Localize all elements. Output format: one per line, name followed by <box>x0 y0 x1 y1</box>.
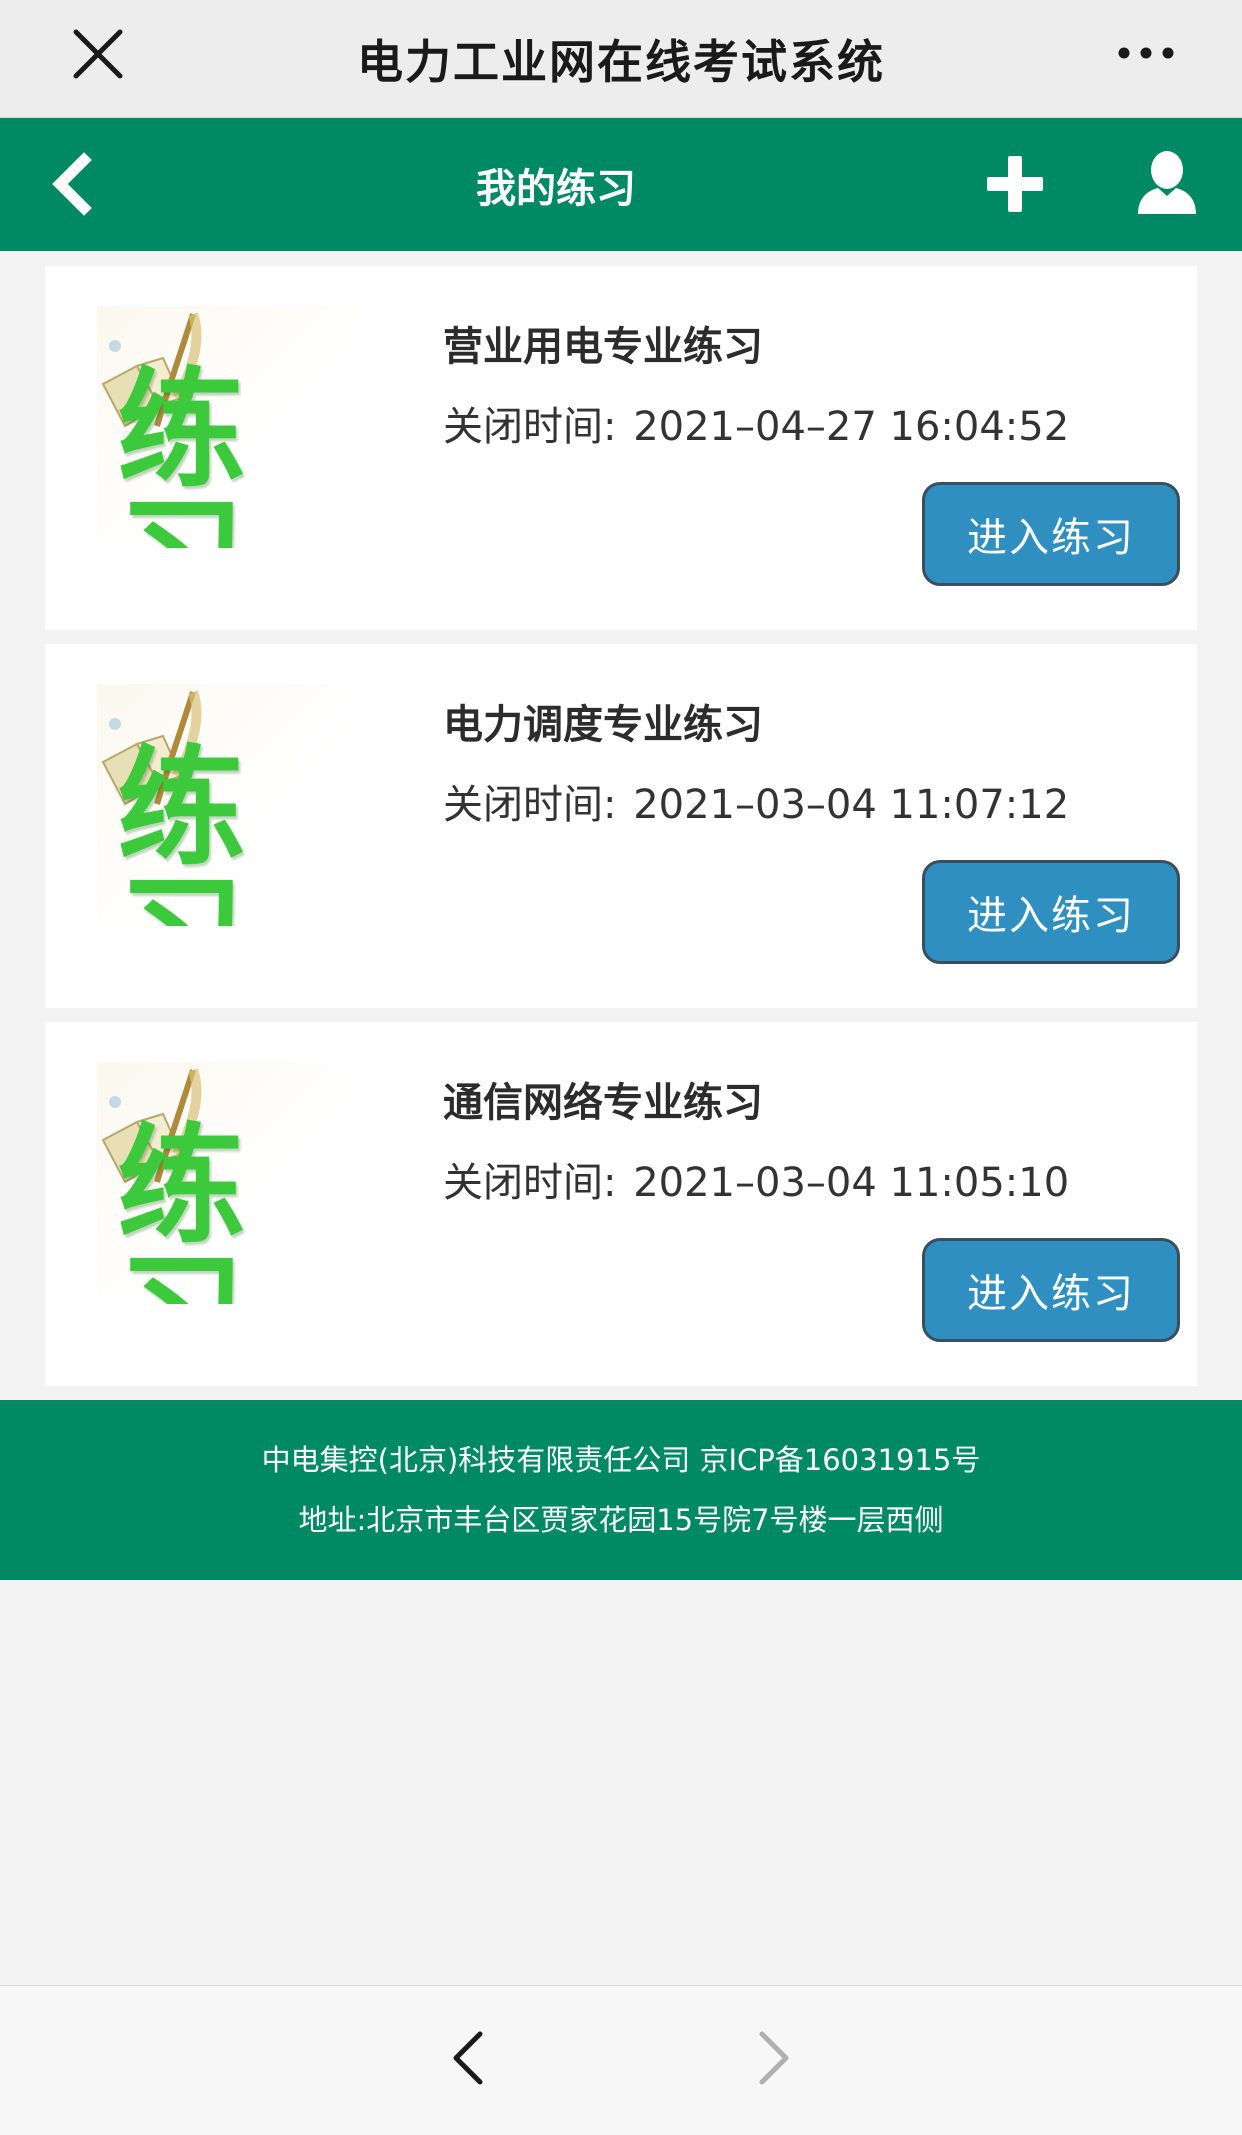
page-title: 我的练习 <box>476 165 636 212</box>
close-time-value: 2021–03–04 11:07:12 <box>633 782 1070 828</box>
enter-practice-button[interactable]: 进入练习 <box>922 860 1180 964</box>
close-time-label: 关闭时间: <box>443 782 617 828</box>
close-time-label: 关闭时间: <box>443 1160 617 1206</box>
practice-card: 练习 电力调度专业练习 关闭时间: 2021–03–04 11:07:12 进入… <box>45 644 1197 1008</box>
practice-title: 通信网络专业练习 <box>443 1080 763 1126</box>
close-time: 关闭时间: 2021–03–04 11:05:10 <box>443 1150 1069 1208</box>
chevron-left-icon[interactable] <box>448 2028 488 2088</box>
close-time-value: 2021–04–27 16:04:52 <box>633 404 1070 450</box>
plus-icon[interactable] <box>986 154 1044 214</box>
wechat-title: 电力工业网在线考试系统 <box>357 34 885 89</box>
app-header: 我的练习 <box>0 118 1242 251</box>
chevron-right-icon[interactable] <box>754 2028 794 2088</box>
practice-list: 练习 营业用电专业练习 关闭时间: 2021–04–27 16:04:52 进入… <box>45 266 1197 1400</box>
practice-card: 练习 营业用电专业练习 关闭时间: 2021–04–27 16:04:52 进入… <box>45 266 1197 630</box>
site-footer: 中电集控(北京)科技有限责任公司 京ICP备16031915号 地址:北京市丰台… <box>0 1400 1242 1580</box>
enter-practice-button[interactable]: 进入练习 <box>922 1238 1180 1342</box>
footer-company: 中电集控(北京)科技有限责任公司 京ICP备16031915号 <box>261 1443 981 1477</box>
wechat-title-bar: 电力工业网在线考试系统 <box>0 0 1242 118</box>
chevron-left-icon[interactable] <box>48 152 98 216</box>
enter-practice-button[interactable]: 进入练习 <box>922 482 1180 586</box>
browser-nav-bar <box>0 1985 1242 2135</box>
practice-thumbnail: 练习 <box>97 1062 359 1304</box>
more-dots-icon[interactable] <box>1116 38 1176 68</box>
practice-card: 练习 通信网络专业练习 关闭时间: 2021–03–04 11:05:10 进入… <box>45 1022 1197 1386</box>
thumbnail-text: 练习 <box>117 733 245 926</box>
close-time: 关闭时间: 2021–04–27 16:04:52 <box>443 394 1069 452</box>
close-time: 关闭时间: 2021–03–04 11:07:12 <box>443 772 1069 830</box>
thumbnail-text: 练习 <box>117 1111 245 1304</box>
close-icon[interactable] <box>70 26 126 82</box>
footer-address: 地址:北京市丰台区贾家花园15号院7号楼一层西侧 <box>298 1503 944 1537</box>
close-time-label: 关闭时间: <box>443 404 617 450</box>
practice-thumbnail: 练习 <box>97 684 359 926</box>
user-icon[interactable] <box>1136 150 1198 216</box>
thumbnail-text: 练习 <box>117 355 245 548</box>
practice-title: 营业用电专业练习 <box>443 324 763 370</box>
practice-title: 电力调度专业练习 <box>443 702 763 748</box>
close-time-value: 2021–03–04 11:05:10 <box>633 1160 1070 1206</box>
practice-thumbnail: 练习 <box>97 306 359 548</box>
